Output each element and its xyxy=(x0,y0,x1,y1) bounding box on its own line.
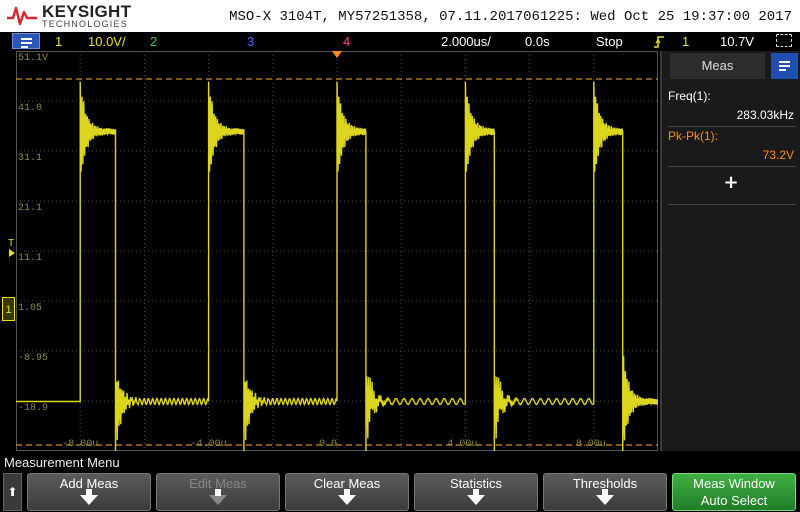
x-tick-label: -4.00u xyxy=(190,439,227,450)
menu-up-button[interactable]: ⬆ xyxy=(3,473,22,511)
x-tick-label: 8.00u xyxy=(575,439,606,450)
trigger-level: 10.7V xyxy=(720,34,754,49)
meas-menu-icon[interactable] xyxy=(771,53,798,79)
y-tick-label: 21.1 xyxy=(18,203,43,214)
instrument-header: KEYSIGHT TECHNOLOGIES MSO-X 3104T, MY572… xyxy=(0,0,800,32)
clear-meas-button[interactable]: Clear Meas xyxy=(285,473,409,511)
channel-4-indicator[interactable]: 4 xyxy=(343,34,350,49)
trigger-position-marker-icon xyxy=(332,51,342,58)
measurement-sidebar: Meas Freq(1): 283.03kHz Pk-Pk(1): 73.2V … xyxy=(660,51,800,451)
x-tick-label: 4.00u xyxy=(447,439,478,450)
trigger-level-arrow-icon xyxy=(9,249,15,257)
edit-meas-button[interactable]: Edit Meas xyxy=(156,473,280,511)
meas-divider xyxy=(668,166,796,167)
down-arrow-icon xyxy=(80,489,98,505)
down-arrow-icon xyxy=(209,489,227,505)
instrument-info: MSO-X 3104T, MY57251358, 07.11.201706122… xyxy=(229,9,792,25)
meas-2-value: 73.2V xyxy=(762,148,794,162)
trigger-level-marker[interactable]: T xyxy=(8,238,14,249)
timebase-scale: 2.000us/ xyxy=(441,34,491,49)
trigger-rising-edge-icon xyxy=(654,36,664,48)
y-tick-label: -8.95 xyxy=(18,353,49,364)
trigger-channel: 1 xyxy=(682,34,690,49)
add-measurement-icon[interactable]: + xyxy=(662,172,800,193)
y-tick-label: -18.9 xyxy=(18,403,49,414)
channel-1-indicator[interactable]: 1 xyxy=(55,34,62,49)
x-tick-label: 0.0 xyxy=(319,439,338,450)
status-bar: 1 10.0V/ 2 3 4 2.000us/ 0.0s Stop 1 10.7… xyxy=(0,32,800,51)
keysight-logo-icon xyxy=(7,6,37,26)
down-arrow-icon xyxy=(338,489,356,505)
run-state: Stop xyxy=(596,34,623,49)
channel-1-ground-marker[interactable]: 1 xyxy=(2,297,15,321)
channel-1-scale: 10.0V/ xyxy=(88,34,126,49)
meas-window-button[interactable]: Meas Window Auto Select xyxy=(672,473,796,511)
y-tick-label: 31.1 xyxy=(18,153,43,164)
channel-2-indicator[interactable]: 2 xyxy=(150,34,157,49)
meas-window-label: Meas Window xyxy=(693,476,775,491)
add-meas-button[interactable]: Add Meas xyxy=(27,473,151,511)
meas-1-value: 283.03kHz xyxy=(736,108,794,122)
meas-divider xyxy=(668,126,796,127)
main-menu-icon[interactable] xyxy=(12,33,40,49)
waveform-display[interactable]: 51.1V 41.0 31.1 21.1 11.1 1.05 -8.95 -18.9 -8.0… xyxy=(16,51,658,451)
thresholds-button[interactable]: Thresholds xyxy=(543,473,667,511)
channel-3-indicator[interactable]: 3 xyxy=(247,34,254,49)
menu-title: Measurement Menu xyxy=(4,455,120,470)
down-arrow-icon xyxy=(596,489,614,505)
y-tick-label: 1.05 xyxy=(18,303,43,314)
down-arrow-icon xyxy=(467,489,485,505)
meas-2-label: Pk-Pk(1): xyxy=(668,129,719,143)
softkey-bar: Measurement Menu ⬆ Add Meas Edit Meas Cl… xyxy=(0,453,800,512)
meas-divider xyxy=(668,204,796,205)
meas-1-label: Freq(1): xyxy=(668,89,711,103)
y-tick-label: 51.1V xyxy=(18,53,49,64)
y-tick-label: 11.1 xyxy=(18,253,43,264)
y-tick-label: 41.0 xyxy=(18,103,43,114)
x-tick-label: -8.00u xyxy=(62,439,99,450)
channel-1-waveform xyxy=(16,81,658,451)
meas-tab[interactable]: Meas xyxy=(670,53,765,79)
statistics-button[interactable]: Statistics xyxy=(414,473,538,511)
zoom-toggle-icon[interactable] xyxy=(776,34,792,47)
brand-subtitle: TECHNOLOGIES xyxy=(42,19,128,29)
time-delay: 0.0s xyxy=(525,34,550,49)
waveform-plot xyxy=(16,51,658,451)
meas-window-mode: Auto Select xyxy=(700,493,768,508)
